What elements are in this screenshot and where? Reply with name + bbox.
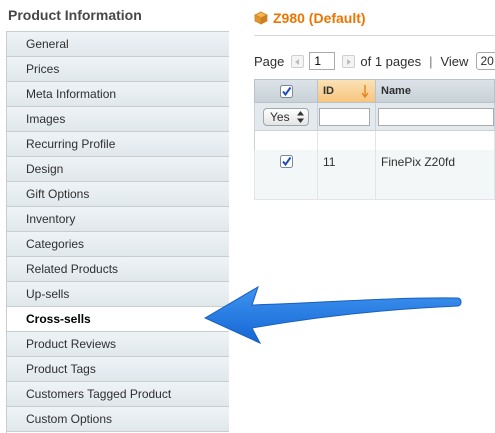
grid-filter-row: Yes [254,103,495,131]
sidebar-item-cross-sells[interactable]: Cross-sells [7,307,229,332]
sidebar-item-customers-tagged-product[interactable]: Customers Tagged Product [7,382,229,407]
product-heading: Z980 (Default) [254,8,366,28]
title-divider [254,35,495,36]
row-name: FinePix Z20fd [381,155,456,169]
header-select-column[interactable] [255,80,318,102]
filter-id-cell [318,103,376,130]
sidebar-title: Product Information [8,7,142,23]
pager-separator: | [429,53,433,69]
product-info-sidebar: Product Information General Prices Meta … [0,0,229,433]
row-name-cell: FinePix Z20fd [376,150,495,199]
view-label: View [440,53,469,69]
sidebar-item-recurring-profile[interactable]: Recurring Profile [7,132,229,157]
in-products-filter-select[interactable]: Yes [263,107,309,126]
id-column-header[interactable]: ID [318,80,376,102]
sort-descending-icon [361,85,369,98]
row-select-cell[interactable] [255,150,318,199]
name-column-header[interactable]: Name [376,80,495,102]
sidebar-item-product-reviews[interactable]: Product Reviews [7,332,229,357]
sidebar-tab-list: General Prices Meta Information Images R… [6,31,229,433]
sidebar-item-up-sells[interactable]: Up-sells [7,282,229,307]
pages-count-text: of 1 pages [360,53,422,69]
sidebar-header: Product Information [0,0,229,31]
sidebar-item-prices[interactable]: Prices [7,57,229,82]
sidebar-item-inventory[interactable]: Inventory [7,207,229,232]
page-number-input[interactable] [309,52,336,70]
main-content: Z980 (Default) Page of 1 pages | View 20… [229,0,495,433]
next-page-icon[interactable] [342,54,356,68]
previous-page-icon[interactable] [291,54,305,68]
in-products-filter-value: Yes [270,109,290,124]
name-filter-input[interactable] [378,107,494,126]
sidebar-item-gift-options[interactable]: Gift Options [7,182,229,207]
row-id-cell: 11 [318,150,376,199]
sidebar-item-product-tags[interactable]: Product Tags [7,357,229,382]
sidebar-item-images[interactable]: Images [7,107,229,132]
sidebar-item-general[interactable]: General [7,32,229,57]
sidebar-item-related-products[interactable]: Related Products [7,257,229,282]
sidebar-item-categories[interactable]: Categories [7,232,229,257]
grid-header-row: ID Name [254,79,495,103]
pager: Page of 1 pages | View 20 [254,50,495,72]
id-header-label: ID [323,85,334,97]
checkbox-icon[interactable] [279,84,293,98]
grid-spacer [254,131,495,150]
box-icon [254,11,268,25]
id-filter-input[interactable] [319,107,370,126]
filter-select-cell: Yes [255,103,318,130]
view-per-page-select[interactable]: 20 [476,52,495,70]
sidebar-item-design[interactable]: Design [7,157,229,182]
filter-name-cell [376,103,495,130]
sidebar-item-meta-information[interactable]: Meta Information [7,82,229,107]
cross-sells-grid: ID Name Yes 11 FinePix Z20fd [254,79,495,200]
table-row[interactable]: 11 FinePix Z20fd [254,150,495,200]
product-title: Z980 (Default) [273,10,366,26]
row-id: 11 [323,155,336,169]
sidebar-item-custom-options[interactable]: Custom Options [7,407,229,432]
name-header-label: Name [381,85,411,97]
page-label: Page [254,53,285,69]
checkbox-icon[interactable] [279,155,293,168]
chevron-updown-icon [297,110,304,123]
